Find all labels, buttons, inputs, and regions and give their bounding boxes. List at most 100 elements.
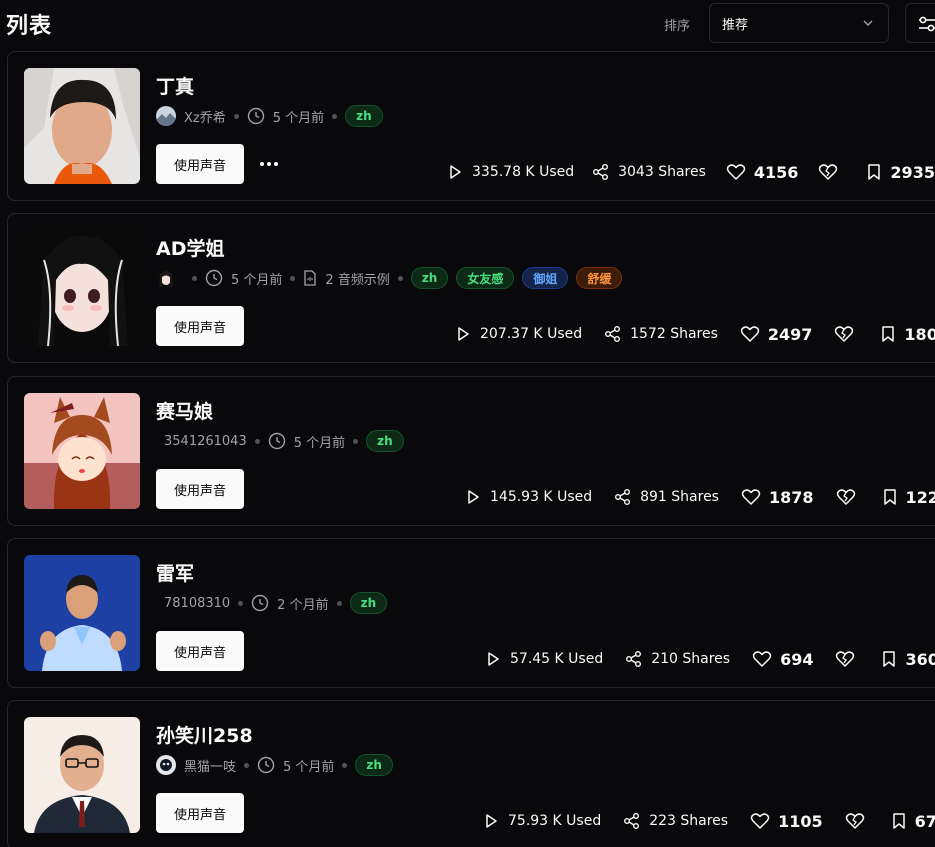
use-voice-button[interactable]: 使用声音 <box>156 144 244 184</box>
dislike-stat[interactable] <box>818 163 838 181</box>
author-name[interactable]: Xz乔希 <box>184 107 226 126</box>
used-count: 57.45 K Used <box>510 651 604 667</box>
dislike-stat[interactable] <box>835 650 855 668</box>
share-count: 210 Shares <box>651 651 731 667</box>
voice-avatar <box>24 68 140 184</box>
used-stat[interactable]: 57.45 K Used <box>484 650 603 668</box>
like-stat[interactable]: 1105 <box>750 812 823 831</box>
language-tag[interactable]: zh <box>410 267 449 289</box>
share-stat[interactable]: 3043 Shares <box>592 163 706 181</box>
voice-avatar <box>24 393 140 509</box>
language-tag[interactable]: zh <box>355 754 393 776</box>
heart-icon <box>741 489 761 505</box>
heart-icon <box>752 651 772 667</box>
dislike-stat[interactable] <box>836 488 856 506</box>
language-tag[interactable]: zh <box>349 592 388 614</box>
author-avatar[interactable] <box>156 106 176 126</box>
language-tag[interactable]: zh <box>345 105 383 127</box>
voice-name[interactable]: 丁真 <box>156 72 194 99</box>
use-voice-button[interactable]: 使用声音 <box>156 793 244 833</box>
voice-meta: Xz乔希 5 个月前 zh <box>156 104 383 128</box>
like-stat[interactable]: 2497 <box>740 324 813 344</box>
dislike-stat[interactable] <box>845 812 865 830</box>
save-count: 2935 <box>890 162 935 182</box>
author-avatar[interactable] <box>156 268 176 288</box>
voice-name[interactable]: 雷军 <box>156 559 194 586</box>
created-time: 5 个月前 <box>293 435 346 451</box>
like-stat[interactable]: 1878 <box>741 488 814 507</box>
like-count: 694 <box>780 649 814 669</box>
page-title: 列表 <box>6 14 53 39</box>
voice-meta: 3541261043 5 个月前 zh <box>164 429 404 453</box>
used-stat[interactable]: 75.93 K Used <box>482 812 601 830</box>
separator-dot <box>244 762 250 768</box>
share-count: 891 Shares <box>640 489 719 505</box>
used-stat[interactable]: 207.37 K Used <box>454 325 582 343</box>
share-stat[interactable]: 223 Shares <box>623 812 728 830</box>
author-name[interactable]: 3541261043 <box>164 434 247 449</box>
filter-button[interactable] <box>905 3 935 43</box>
save-count: 1222 <box>905 487 935 507</box>
used-count: 207.37 K Used <box>480 326 583 342</box>
like-stat[interactable]: 694 <box>752 650 813 669</box>
voice-card[interactable]: 雷军 78108310 2 个月前 zh 使用声音 57.45 K Used 2… <box>7 538 935 688</box>
like-count: 2497 <box>767 324 813 344</box>
heart-crack-icon <box>845 813 864 829</box>
play-icon <box>488 652 499 666</box>
use-voice-button[interactable]: 使用声音 <box>156 306 244 346</box>
voice-name[interactable]: AD学姐 <box>156 234 224 261</box>
like-stat[interactable]: 4156 <box>726 162 799 182</box>
voice-card[interactable]: 孙笑川258 黑猫一吱 5 个月前 zh 使用声音 75.93 K Used 2… <box>7 700 935 847</box>
heart-icon <box>726 164 746 180</box>
like-count: 4156 <box>753 162 799 182</box>
author-name[interactable]: 黑猫一吱 <box>184 756 236 775</box>
clock-icon <box>251 594 269 612</box>
save-stat[interactable]: 1800 <box>880 325 935 344</box>
share-count: 3043 Shares <box>618 164 706 180</box>
bookmark-icon <box>868 164 881 180</box>
voice-name[interactable]: 孙笑川258 <box>156 721 253 748</box>
language-tag[interactable]: zh <box>366 430 404 452</box>
save-stat[interactable]: 1222 <box>882 488 935 507</box>
style-tag[interactable]: 舒缓 <box>576 267 623 289</box>
use-voice-button[interactable]: 使用声音 <box>156 631 244 671</box>
save-count: 671 <box>914 811 935 831</box>
save-stat[interactable]: 671 <box>891 812 935 831</box>
sort-label: 排序 <box>664 19 691 34</box>
save-stat[interactable]: 360 <box>881 650 935 669</box>
author-avatar[interactable] <box>156 755 176 775</box>
used-stat[interactable]: 335.78 K Used <box>446 163 574 181</box>
more-dots-icon[interactable] <box>258 152 280 176</box>
save-stat[interactable]: 2935 <box>866 163 935 182</box>
used-count: 75.93 K Used <box>508 813 602 829</box>
used-stat[interactable]: 145.93 K Used <box>464 488 592 506</box>
style-tag[interactable]: 女友感 <box>456 267 515 289</box>
sort-select[interactable]: 推荐 <box>709 3 889 43</box>
use-voice-button[interactable]: 使用声音 <box>156 469 244 509</box>
share-stat[interactable]: 1572 Shares <box>604 325 718 343</box>
voice-card[interactable]: 丁真 Xz乔希 5 个月前 zh 使用声音 335.78 K Used 3043… <box>7 51 935 201</box>
like-count: 1105 <box>778 811 823 831</box>
file-audio-icon <box>303 270 317 286</box>
heart-crack-icon <box>835 326 854 342</box>
separator-dot <box>192 275 197 281</box>
voice-avatar <box>24 717 140 833</box>
style-tag[interactable]: 御姐 <box>522 267 569 289</box>
share-stat[interactable]: 891 Shares <box>614 488 719 506</box>
clock-icon <box>247 107 265 125</box>
voice-meta: 78108310 2 个月前 zh <box>164 591 388 615</box>
voice-name[interactable]: 赛马娘 <box>156 397 213 424</box>
dislike-stat[interactable] <box>834 325 854 343</box>
save-count: 1800 <box>904 324 935 344</box>
voice-card[interactable]: 赛马娘 3541261043 5 个月前 zh 使用声音 145.93 K Us… <box>7 376 935 526</box>
author-name[interactable]: 78108310 <box>164 596 230 611</box>
voice-card[interactable]: AD学姐 5 个月前 2 音频示例 zh 女友感 御姐 舒缓 使用声音 207.… <box>7 213 935 363</box>
filter-sliders-icon <box>919 16 935 32</box>
share-icon <box>626 651 642 667</box>
play-icon <box>458 327 469 341</box>
play-icon <box>450 165 461 179</box>
voice-avatar <box>24 230 140 346</box>
separator-dot <box>397 275 403 281</box>
share-stat[interactable]: 210 Shares <box>625 650 730 668</box>
clock-icon <box>205 269 223 287</box>
